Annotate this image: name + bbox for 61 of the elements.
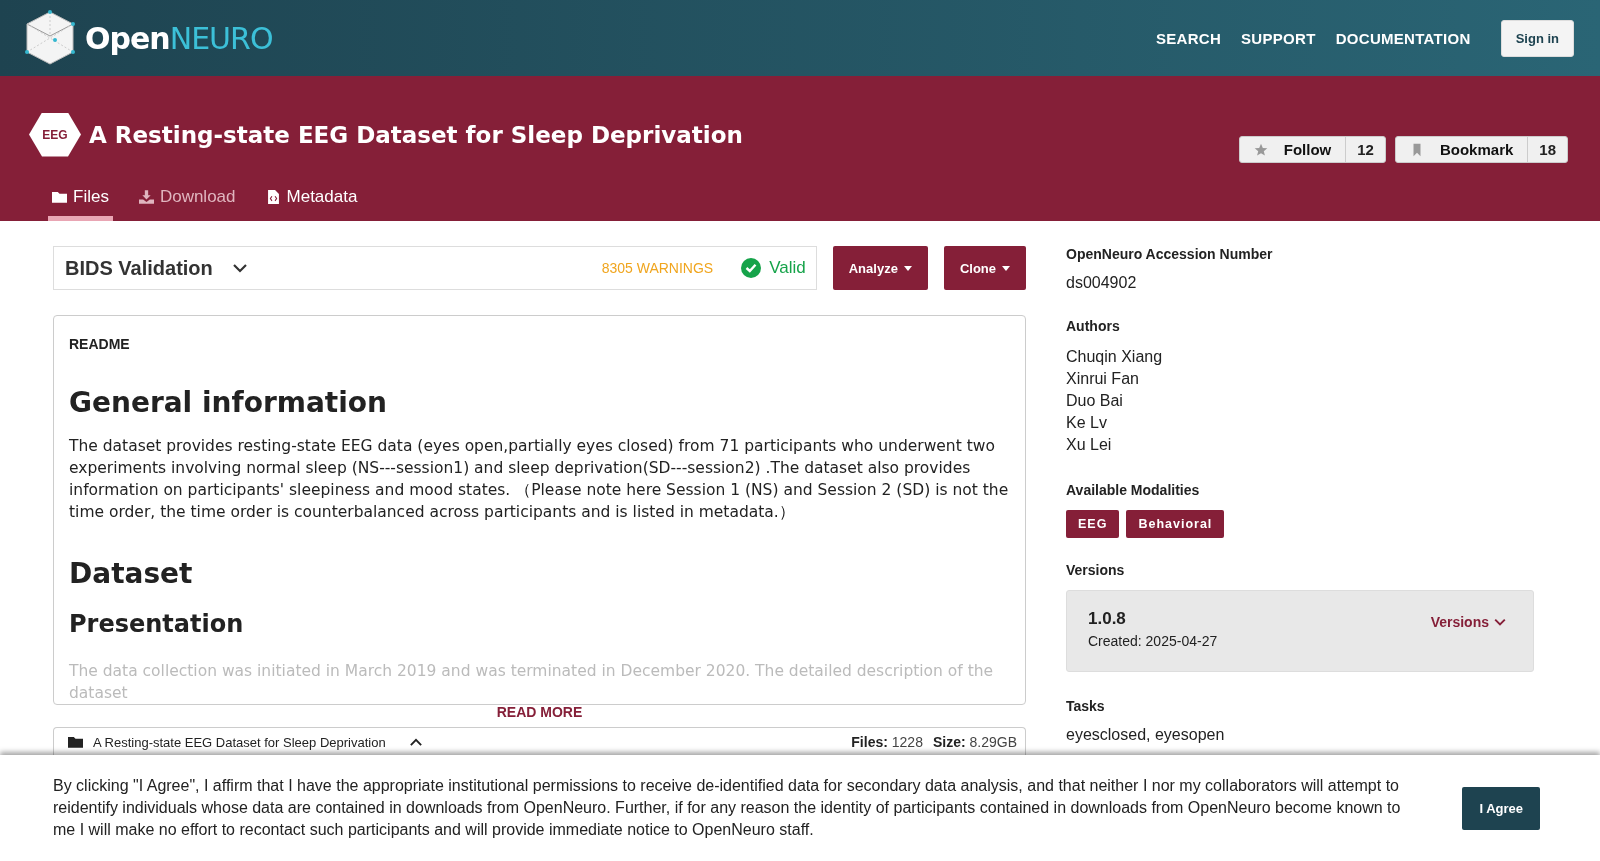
nav-link[interactable]: SEARCH: [1155, 29, 1222, 47]
valid-status: Valid: [769, 258, 806, 278]
validation-title: BIDS Validation: [65, 256, 213, 280]
sign-in-button[interactable]: Sign in: [1500, 19, 1574, 57]
dataset-title: A Resting-state EEG Dataset for Sleep Deprivation: [89, 121, 743, 148]
follow-button[interactable]: Follow: [1239, 137, 1347, 162]
readme-heading: Dataset: [69, 557, 194, 590]
caret-icon: [1002, 265, 1010, 271]
consent-text: By clicking "I Agree", I affirm that I have the appropriate institutional permissions to receive de-identified data for secondary data analysis, and that neither I nor my collaborators will attempt to reidentify individuals whose data are contained in downloads from OpenNeuro. Further, if for any reason the identity of participants contained in downloads from OpenNeuro become known to me I will make no effort to recontact such participants and will provide immediate notice to OpenNeuro staff.: [53, 776, 1402, 840]
faded-paragraph: The data collection was initiated in March 2019 and was terminated in December 2020. The detailed description of the dataset: [69, 661, 995, 704]
section-heading: Tasks: [1066, 698, 1106, 714]
author-name: Ke Lv: [1066, 413, 1108, 433]
bookmark-button[interactable]: Bookmark: [1395, 137, 1529, 162]
section-heading: Versions: [1066, 562, 1126, 578]
author-name: Chuqin Xiang: [1066, 347, 1164, 367]
folder-icon: [52, 190, 67, 204]
folder-icon: [68, 736, 83, 748]
modality-tag[interactable]: Behavioral: [1126, 510, 1225, 538]
bookmark-count: 18: [1538, 140, 1557, 160]
nav-link[interactable]: SUPPORT: [1241, 29, 1316, 47]
size-total: Size: 8.29GB: [932, 734, 1017, 750]
version-number: 1.0.8: [1088, 609, 1127, 629]
validation-bar[interactable]: BIDS Validation 8305 WARNINGS Valid: [53, 246, 817, 290]
star-icon: [1253, 142, 1268, 157]
readme-paragraph: The dataset provides resting-state EEG data (eyes open,partially eyes closed) from 71 participants who underwent two experiments involving normal sleep (NS---session1) and sleep deprivation(SD---session2) .The dataset also provides information on participants' sleepiness and mood states. （Please note here Session 1 (NS) and Session 2 (SD) is not the time order, the time order is counterbalanced across participants and is listed in metadata.）: [69, 436, 1010, 523]
author-name: Duo Bai: [1066, 391, 1124, 411]
read-more-link[interactable]: READ MORE: [496, 704, 583, 720]
chevron-up-icon[interactable]: [409, 737, 422, 747]
site-logo[interactable]: OpenNEURO: [85, 20, 273, 56]
bookmark-widget[interactable]: Bookmark 18: [1394, 136, 1568, 163]
follow-count: 12: [1356, 140, 1375, 160]
agree-button[interactable]: I Agree: [1462, 786, 1540, 830]
versions-dropdown[interactable]: Versions: [1424, 613, 1512, 631]
file-code-icon: [265, 190, 281, 204]
version-date: Created: 2025-04-27: [1088, 633, 1218, 649]
check-circle-icon: [741, 258, 762, 278]
chevron-down-icon[interactable]: [232, 263, 247, 273]
files-count: Files: 1228: [851, 734, 923, 750]
warnings-count: 8305 WARNINGS: [601, 260, 714, 276]
dropdown-button[interactable]: Clone: [943, 246, 1026, 290]
dataset-tab[interactable]: Metadata: [261, 187, 362, 221]
modality-tag[interactable]: EEG: [1066, 510, 1120, 538]
section-heading: OpenNeuro Accession Number: [1066, 246, 1274, 262]
tasks-list: eyesclosed, eyesopen: [1066, 726, 1534, 744]
follow-widget[interactable]: Follow 12: [1238, 136, 1386, 163]
readme-label: README: [69, 336, 131, 352]
author-name: Xu Lei: [1066, 435, 1113, 455]
download-icon: [138, 190, 154, 204]
cube-logo-icon[interactable]: [25, 10, 75, 66]
readme-subheading: Presentation: [69, 610, 245, 638]
section-heading: Available Modalities: [1066, 482, 1201, 498]
readme-heading: General information: [69, 386, 388, 419]
chevron-down-icon: [1494, 618, 1506, 626]
dataset-tab[interactable]: Files: [48, 187, 113, 221]
section-heading: Authors: [1066, 318, 1121, 334]
nav-link[interactable]: DOCUMENTATION: [1335, 29, 1471, 47]
author-name: Xinrui Fan: [1066, 369, 1140, 389]
accession-number: ds004902: [1066, 274, 1138, 292]
dropdown-button[interactable]: Analyze: [832, 246, 928, 290]
caret-icon: [903, 265, 912, 271]
dataset-folder-name: A Resting-state EEG Dataset for Sleep Deprivation: [93, 734, 386, 750]
